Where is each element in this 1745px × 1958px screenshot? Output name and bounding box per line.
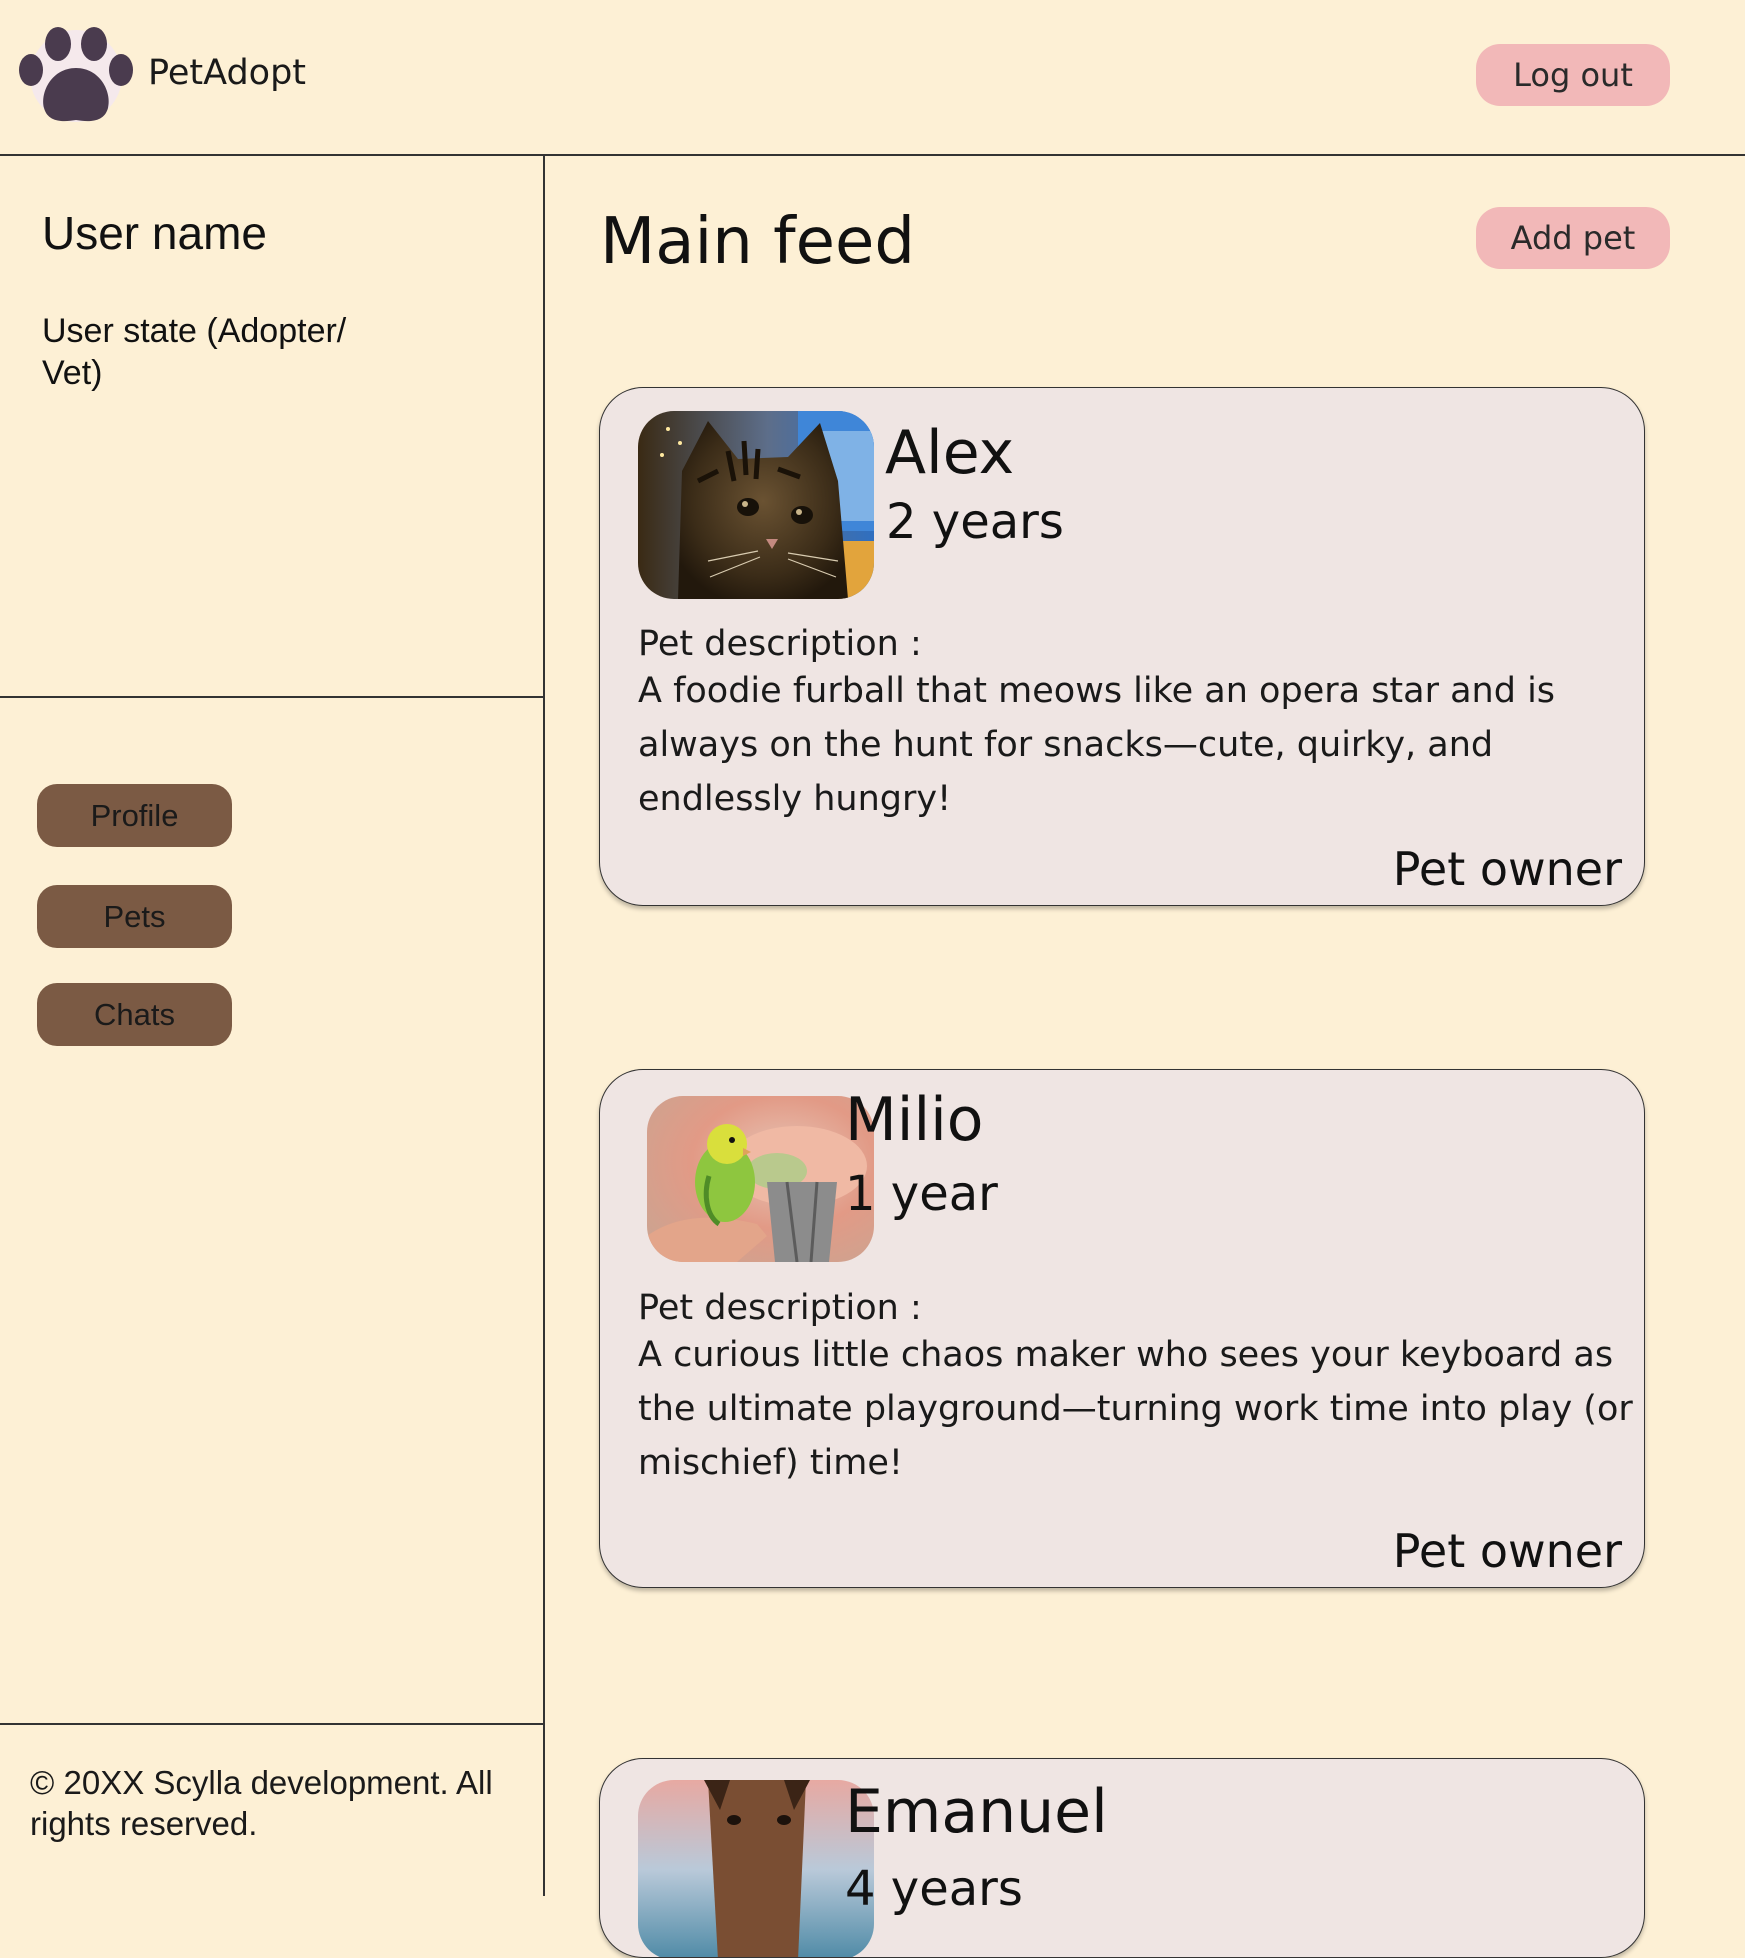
user-name: User name (42, 207, 267, 259)
pet-card[interactable]: Milio 1 year Pet description : A curious… (599, 1069, 1645, 1588)
nav-chats-button[interactable]: Chats (37, 983, 232, 1046)
pet-name: Alex (885, 418, 1015, 488)
page-title: Main feed (600, 205, 916, 279)
pet-card[interactable]: Alex 2 years Pet description : A foodie … (599, 387, 1645, 906)
pet-owner-link[interactable]: Pet owner (1393, 1524, 1622, 1578)
horse-photo (638, 1780, 874, 1957)
pet-age: 4 years (845, 1861, 1023, 1917)
sidebar: User name User state (Adopter/ Vet) Prof… (0, 156, 545, 1896)
add-pet-button[interactable]: Add pet (1476, 207, 1670, 269)
paw-icon[interactable] (18, 24, 134, 124)
pet-age: 1 year (845, 1166, 998, 1222)
pet-description-label: Pet description : (638, 1288, 922, 1328)
nav-pets-button[interactable]: Pets (37, 885, 232, 948)
cat-photo (638, 411, 874, 599)
top-bar: PetAdopt Log out (0, 0, 1745, 156)
pet-description: A curious little chaos maker who sees yo… (638, 1335, 1633, 1483)
pet-card[interactable]: Emanuel 4 years (599, 1758, 1645, 1958)
pet-age: 2 years (886, 494, 1064, 550)
pet-description-label: Pet description : (638, 624, 922, 664)
copyright-text: © 20XX Scylla development. All rights re… (30, 1764, 493, 1842)
pet-description: A foodie furball that meows like an oper… (638, 671, 1556, 819)
user-state: User state (Adopter/ Vet) (42, 312, 347, 392)
nav-profile-button[interactable]: Profile (37, 784, 232, 847)
pet-owner-link[interactable]: Pet owner (1393, 842, 1622, 896)
parakeet-photo (647, 1096, 874, 1262)
logout-button[interactable]: Log out (1476, 44, 1670, 106)
sidebar-divider (0, 696, 545, 698)
pet-name: Milio (845, 1085, 984, 1155)
pet-name: Emanuel (845, 1777, 1108, 1847)
footer-divider (0, 1723, 545, 1725)
app-name: PetAdopt (148, 53, 307, 93)
